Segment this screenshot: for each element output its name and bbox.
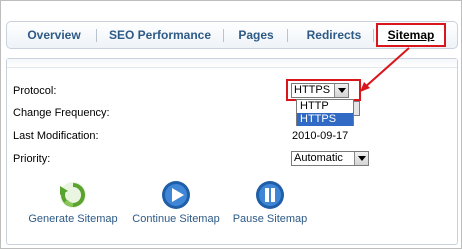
tab-overview[interactable]: Overview	[19, 22, 89, 48]
pause-sitemap-button[interactable]: Pause Sitemap	[228, 180, 312, 225]
tab-separator	[373, 29, 374, 42]
pause-sitemap-label: Pause Sitemap	[232, 213, 308, 225]
play-icon	[162, 181, 190, 209]
generate-sitemap-button[interactable]: Generate Sitemap	[27, 180, 119, 225]
tab-bar: Overview SEO Performance Pages Redirects…	[6, 21, 458, 49]
tab-separator	[223, 29, 224, 42]
continue-sitemap-button[interactable]: Continue Sitemap	[130, 180, 222, 225]
last-modification-value: 2010-09-17	[292, 130, 349, 142]
priority-select[interactable]: Automatic	[291, 151, 369, 166]
tab-pages[interactable]: Pages	[231, 22, 281, 48]
chevron-down-icon[interactable]	[334, 84, 348, 97]
panel-header-strip	[7, 59, 457, 68]
protocol-selected-value: HTTPS	[294, 84, 331, 96]
protocol-select[interactable]: HTTPS	[291, 83, 349, 98]
protocol-option-https[interactable]: HTTPS	[297, 113, 353, 126]
priority-label: Priority:	[13, 153, 51, 165]
generate-sitemap-label: Generate Sitemap	[28, 213, 118, 225]
pause-icon	[256, 181, 284, 209]
tab-redirects[interactable]: Redirects	[295, 22, 373, 48]
change-frequency-select[interactable]	[354, 101, 360, 116]
tab-separator	[96, 29, 97, 42]
continue-sitemap-label: Continue Sitemap	[132, 213, 220, 225]
protocol-option-http[interactable]: HTTP	[297, 100, 353, 113]
tab-sitemap[interactable]: Sitemap	[376, 23, 446, 47]
change-frequency-label: Change Frequency:	[13, 107, 110, 119]
last-modification-label: Last Modification:	[13, 130, 99, 142]
protocol-dropdown-list: HTTP HTTPS	[296, 99, 354, 126]
protocol-label: Protocol:	[13, 85, 57, 97]
tab-seo-performance[interactable]: SEO Performance	[104, 22, 216, 48]
chevron-down-icon[interactable]	[354, 152, 368, 165]
refresh-icon	[60, 182, 86, 208]
priority-selected-value: Automatic	[294, 152, 343, 164]
tab-separator	[287, 29, 288, 42]
